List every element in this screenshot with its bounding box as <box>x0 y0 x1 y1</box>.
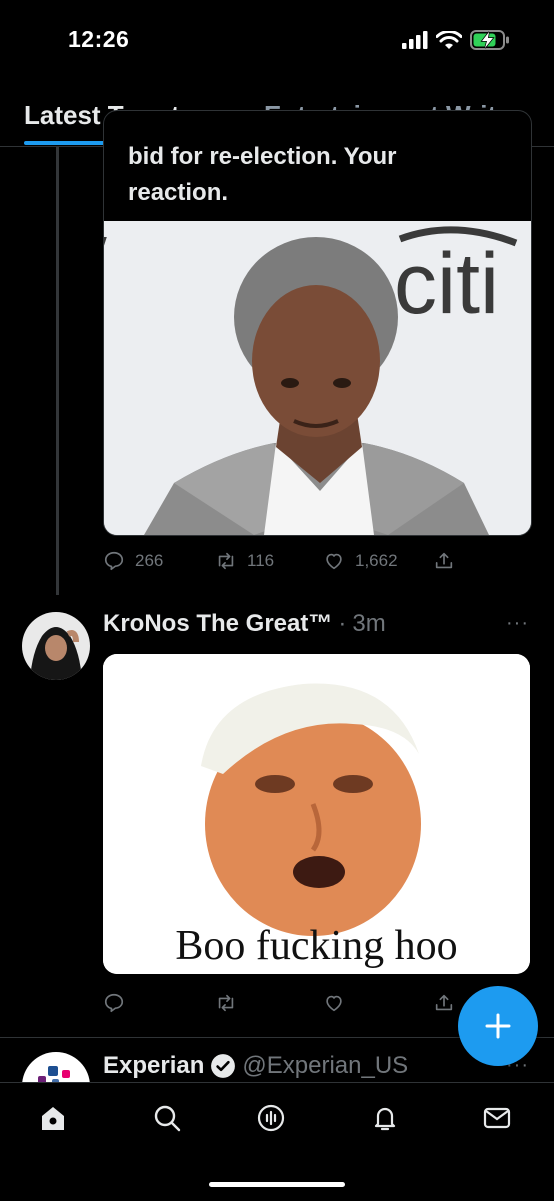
heart-icon <box>326 553 342 570</box>
author-handle[interactable]: @Experian_US <box>242 1052 408 1080</box>
image-caption: Boo fucking hoo <box>175 923 458 969</box>
wifi-icon <box>436 30 462 49</box>
signal-icon <box>402 31 428 49</box>
notifications-icon[interactable] <box>370 1103 400 1133</box>
tweet-header: KroNos The Great™ · 3m <box>103 610 386 638</box>
meta-separator: · <box>338 610 347 637</box>
spaces-icon[interactable] <box>256 1103 286 1133</box>
home-icon[interactable] <box>38 1103 68 1133</box>
plus-icon <box>485 1013 511 1039</box>
tweet-actions: 266 116 1,662 <box>103 550 483 578</box>
search-icon[interactable] <box>152 1103 182 1133</box>
thread-connector-line <box>56 147 59 595</box>
author-name[interactable]: Experian <box>103 1052 204 1080</box>
like-action[interactable] <box>323 992 345 1014</box>
tweet-actions <box>103 992 483 1020</box>
avatar-image <box>22 612 90 680</box>
reply-icon <box>104 551 124 571</box>
avatar[interactable] <box>22 612 90 680</box>
compose-tweet-button[interactable] <box>458 986 538 1066</box>
quoted-tweet-photo[interactable]: citi <box>104 221 531 535</box>
status-time: 12:26 <box>68 26 130 52</box>
battery-charging-icon <box>470 30 509 50</box>
like-action[interactable]: 1,662 <box>323 550 398 572</box>
more-options-button[interactable]: ··· <box>506 612 529 635</box>
author-name[interactable]: KroNos The Great™ <box>103 610 332 638</box>
retweet-icon <box>218 552 234 570</box>
home-indicator <box>209 1182 345 1187</box>
tweet-header: Experian @Experian_US <box>103 1052 408 1080</box>
reply-icon <box>104 993 124 1013</box>
quoted-tweet-text-line: bid for re-election. Your <box>128 143 397 170</box>
reply-action[interactable]: 266 <box>103 550 163 572</box>
share-icon <box>435 552 453 569</box>
verified-badge-icon <box>211 1054 236 1078</box>
quoted-tweet-card[interactable]: bid for re-election. Your reaction. citi <box>103 110 532 536</box>
like-count: 1,662 <box>355 551 398 570</box>
share-icon <box>435 994 453 1011</box>
quoted-tweet-text: bid for re-election. Your reaction. <box>128 139 518 211</box>
retweet-action[interactable]: 116 <box>215 550 274 572</box>
retweet-icon <box>218 994 234 1012</box>
quoted-tweet-text-line: reaction. <box>128 179 229 206</box>
portrait-illustration: citi <box>104 221 531 535</box>
sign-text: citi <box>394 236 499 332</box>
share-action[interactable] <box>433 992 455 1014</box>
retweet-count: 116 <box>247 551 275 570</box>
retweet-action[interactable] <box>215 992 237 1014</box>
share-action[interactable] <box>433 550 455 572</box>
status-icons <box>402 30 510 50</box>
reply-action[interactable] <box>103 992 125 1014</box>
messages-icon[interactable] <box>482 1103 512 1133</box>
reply-count: 266 <box>135 551 164 570</box>
tweet-media[interactable]: Boo fucking hoo <box>103 654 530 974</box>
heart-icon <box>326 995 342 1012</box>
tweet-time[interactable]: 3m <box>352 610 385 638</box>
